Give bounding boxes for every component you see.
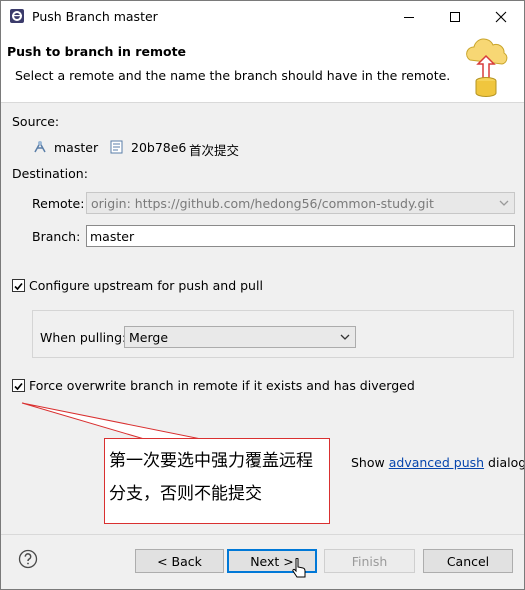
annotation-callout: 第一次要选中强力覆盖远程分支，否则不能提交 [104,438,330,524]
back-button[interactable]: < Back [135,549,224,573]
advanced-suffix: dialog [488,455,525,470]
mouse-cursor-icon [292,558,306,578]
cancel-button[interactable]: Cancel [423,549,513,573]
advanced-prefix: Show [351,455,385,470]
footer-divider [1,534,524,535]
finish-button[interactable]: Finish [324,549,415,573]
help-icon[interactable] [18,549,38,569]
advanced-push-link[interactable]: advanced push [389,455,484,470]
advanced-push-text: Show advanced push dialog [351,455,525,470]
push-branch-dialog: Push Branch master Push to branch in rem… [0,0,525,590]
